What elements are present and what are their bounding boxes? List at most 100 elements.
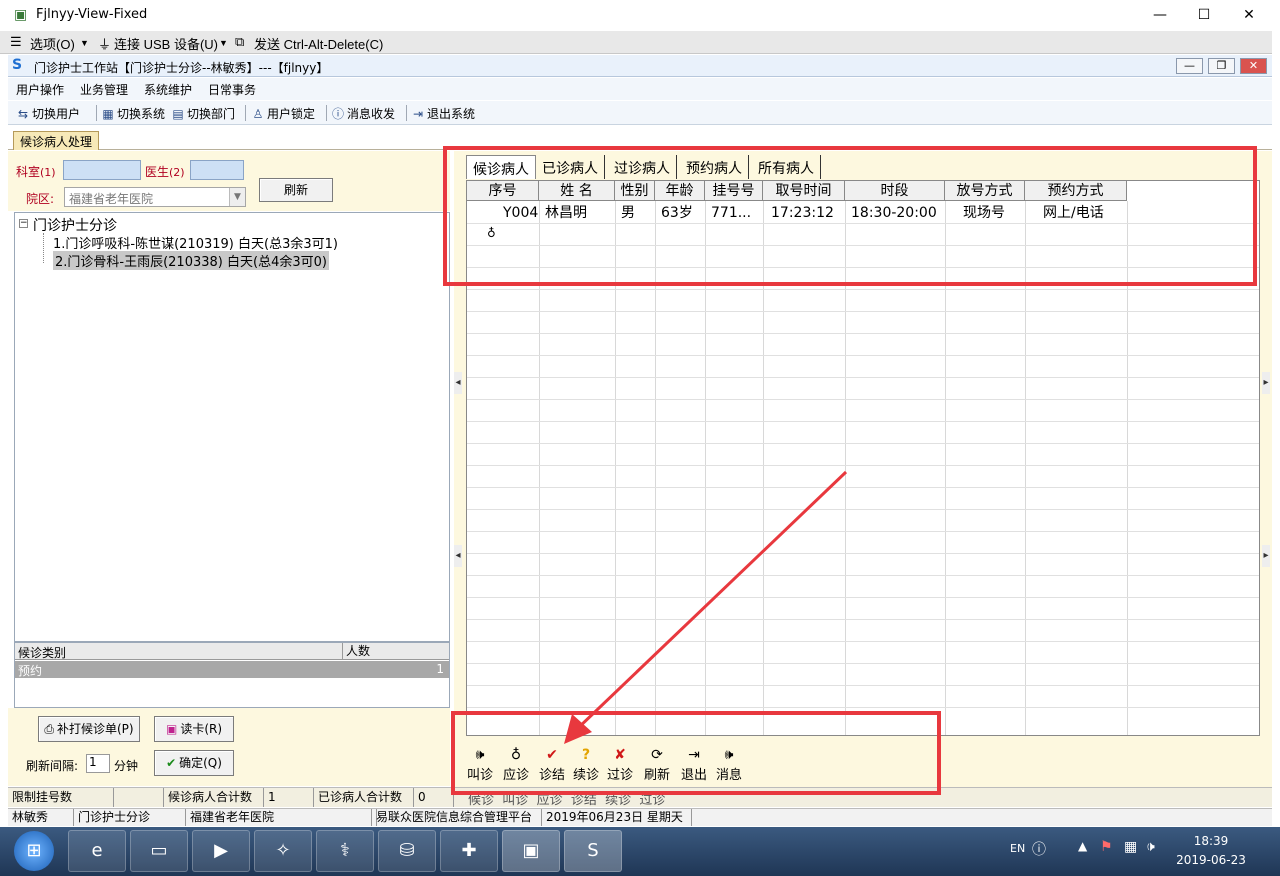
- tree-root[interactable]: 门诊护士分诊: [33, 215, 117, 235]
- usb-icon: ⏚: [98, 37, 112, 52]
- network-icon: ⧉: [235, 34, 245, 49]
- volume-icon[interactable]: 🕩: [1146, 839, 1155, 855]
- toolbar-separator: [406, 105, 407, 121]
- table-header: 候诊类别 人数: [15, 643, 449, 660]
- app-window-icon: ▣: [14, 7, 28, 23]
- menu-daily[interactable]: 日常事务: [208, 81, 256, 98]
- toolbar-separator: [245, 105, 246, 121]
- switch-system-button[interactable]: ▦ 切换系统: [101, 105, 165, 122]
- expand-right-icon[interactable]: ▸: [1262, 372, 1270, 394]
- grid-line: [467, 421, 1259, 422]
- hospital-system-icon[interactable]: S: [564, 830, 622, 872]
- confirm-button[interactable]: ✔ 确定(Q): [154, 750, 234, 776]
- mdi-restore-button[interactable]: ❐: [1208, 58, 1235, 74]
- file-explorer-icon[interactable]: ▭: [130, 830, 188, 872]
- collapse-left-icon[interactable]: ◂: [454, 545, 462, 567]
- chevron-down-icon[interactable]: ▼: [229, 188, 245, 206]
- exit-icon: ⇥: [412, 106, 424, 121]
- mdi-close-button[interactable]: ✕: [1240, 58, 1267, 74]
- messages-button[interactable]: ⓘ 消息收发: [331, 105, 395, 122]
- interval-label: 刷新间隔:: [26, 759, 79, 773]
- flag-icon[interactable]: ⚑: [1100, 839, 1113, 855]
- send-cad-button[interactable]: 发送 Ctrl-Alt-Delete(C): [254, 34, 383, 53]
- status-platform: 易联众医院信息综合管理平台: [372, 809, 542, 826]
- interval-input[interactable]: 1: [86, 754, 110, 773]
- window-titlebar: ▣ Fjlnyy-View-Fixed — ☐ ✕: [0, 0, 1280, 31]
- system-icon: ▦: [102, 106, 114, 121]
- status-waiting-value: 1: [264, 788, 314, 807]
- grid-line: [467, 333, 1259, 334]
- tree-item-respiratory[interactable]: 1.门诊呼吸科-陈世谋(210319) 白天(总3余3可1): [53, 233, 338, 252]
- main-toolbar: ⇆ 切换用户 ▦ 切换系统 ▤ 切换部门 ♙ 用户锁定 ⓘ 消息收发 ⇥ 退出系统: [8, 101, 1272, 125]
- refresh-button[interactable]: 刷新: [259, 178, 333, 202]
- ie-icon[interactable]: e: [68, 830, 126, 872]
- close-button[interactable]: ✕: [1226, 4, 1272, 26]
- tray-expand-icon[interactable]: ▲: [1078, 839, 1087, 853]
- left-actions: ⎙ 补打候诊单(P) ▣ 读卡(R) 刷新间隔: 1 分钟 ✔ 确定(Q): [8, 708, 450, 786]
- doctor-app-icon[interactable]: ⚕: [316, 830, 374, 872]
- tree-collapse-icon[interactable]: −: [19, 219, 28, 228]
- switch-department-button[interactable]: ▤ 切换部门: [171, 105, 235, 122]
- menu-bar: 用户操作 业务管理 系统维护 日常事务: [8, 78, 1272, 100]
- grid-line: [467, 311, 1259, 312]
- nurse-app-icon[interactable]: ✚: [440, 830, 498, 872]
- read-card-button[interactable]: ▣ 读卡(R): [154, 716, 234, 742]
- annotation-box-patient-list: [443, 146, 1257, 286]
- usb-menu[interactable]: 连接 USB 设备(U): [114, 34, 218, 53]
- grid-line: [467, 377, 1259, 378]
- window-title: Fjlnyy-View-Fixed: [36, 7, 148, 22]
- status-module: 门诊护士分诊: [74, 809, 186, 826]
- exit-system-button[interactable]: ⇥ 退出系统: [411, 105, 475, 122]
- status-limit-label: 限制挂号数: [8, 788, 114, 807]
- mdi-minimize-button[interactable]: —: [1176, 58, 1203, 74]
- language-indicator[interactable]: EN: [1010, 842, 1025, 855]
- maximize-button[interactable]: ☐: [1181, 4, 1227, 26]
- table-row[interactable]: 预约 1: [15, 661, 449, 678]
- toolbar-separator: [96, 105, 97, 121]
- menu-business[interactable]: 业务管理: [80, 81, 128, 98]
- expand-right-icon[interactable]: ▸: [1262, 545, 1270, 567]
- hamburger-icon[interactable]: ☰: [10, 34, 22, 50]
- chevron-down-icon[interactable]: ▼: [80, 38, 89, 48]
- menu-system[interactable]: 系统维护: [144, 81, 192, 98]
- menu-user-ops[interactable]: 用户操作: [16, 81, 64, 98]
- info-bar: 林敏秀 门诊护士分诊 福建省老年医院 易联众医院信息综合管理平台 2019年06…: [8, 808, 1272, 826]
- status-hospital: 福建省老年医院: [186, 809, 372, 826]
- info-icon: ⓘ: [331, 106, 344, 121]
- tree-item-orthopedics[interactable]: 2.门诊骨科-王雨辰(210338) 白天(总4余3可0): [53, 251, 329, 270]
- collapse-left-icon[interactable]: ◂: [454, 372, 462, 394]
- checkmark-icon: ✔: [166, 756, 177, 770]
- campus-label: 院区:: [26, 192, 55, 206]
- reprint-slip-button[interactable]: ⎙ 补打候诊单(P): [38, 716, 140, 742]
- switch-user-button[interactable]: ⇆ 切换用户: [16, 105, 80, 122]
- tab-waiting-patients[interactable]: 候诊病人处理: [13, 131, 100, 150]
- media-player-icon[interactable]: ▶: [192, 830, 250, 872]
- app-logo-icon: S: [12, 57, 23, 73]
- chevron-down-icon[interactable]: ▼: [219, 38, 228, 48]
- campus-select[interactable]: 福建省老年医院 ▼: [64, 187, 246, 207]
- status-seen-value: 0: [414, 788, 454, 807]
- compass-icon[interactable]: ✧: [254, 830, 312, 872]
- start-button[interactable]: ⊞: [14, 831, 54, 871]
- sql-monitor-icon[interactable]: ▣: [502, 830, 560, 872]
- grid-line: [467, 355, 1259, 356]
- status-seen-label: 已诊病人合计数: [314, 788, 414, 807]
- options-menu[interactable]: 选项(O): [30, 34, 75, 53]
- status-user: 林敏秀: [8, 809, 74, 826]
- taskbar: ⊞ e ▭ ▶ ✧ ⚕ ⛁ ✚ ▣ S EN ⓘ ▲ ⚑ ▦ 🕩 18:39 2…: [0, 827, 1280, 876]
- minimize-button[interactable]: —: [1137, 4, 1183, 26]
- user-switch-icon: ⇆: [17, 106, 29, 121]
- sql-icon[interactable]: ⛁: [378, 830, 436, 872]
- department-icon: ▤: [172, 106, 184, 121]
- help-icon[interactable]: ⓘ: [1032, 839, 1046, 859]
- tree-line: [43, 233, 44, 263]
- app-titlebar: S 门诊护士工作站【门诊护士分诊--林敏秀】---【fjlnyy】 — ❐ ✕: [8, 55, 1272, 77]
- clock[interactable]: 18:39 2019-06-23: [1176, 832, 1246, 870]
- network-icon[interactable]: ▦: [1124, 839, 1137, 855]
- waiting-category-table: 候诊类别 人数 预约 1: [14, 642, 450, 708]
- dept-input[interactable]: [63, 160, 141, 180]
- lock-user-button[interactable]: ♙ 用户锁定: [251, 105, 315, 122]
- printer-icon: ⎙: [44, 722, 54, 736]
- viewer-toolbar: ☰ 选项(O) ▼ ⏚ 连接 USB 设备(U) ▼ ⧉ 发送 Ctrl-Alt…: [0, 31, 1272, 54]
- doctor-input[interactable]: [190, 160, 244, 180]
